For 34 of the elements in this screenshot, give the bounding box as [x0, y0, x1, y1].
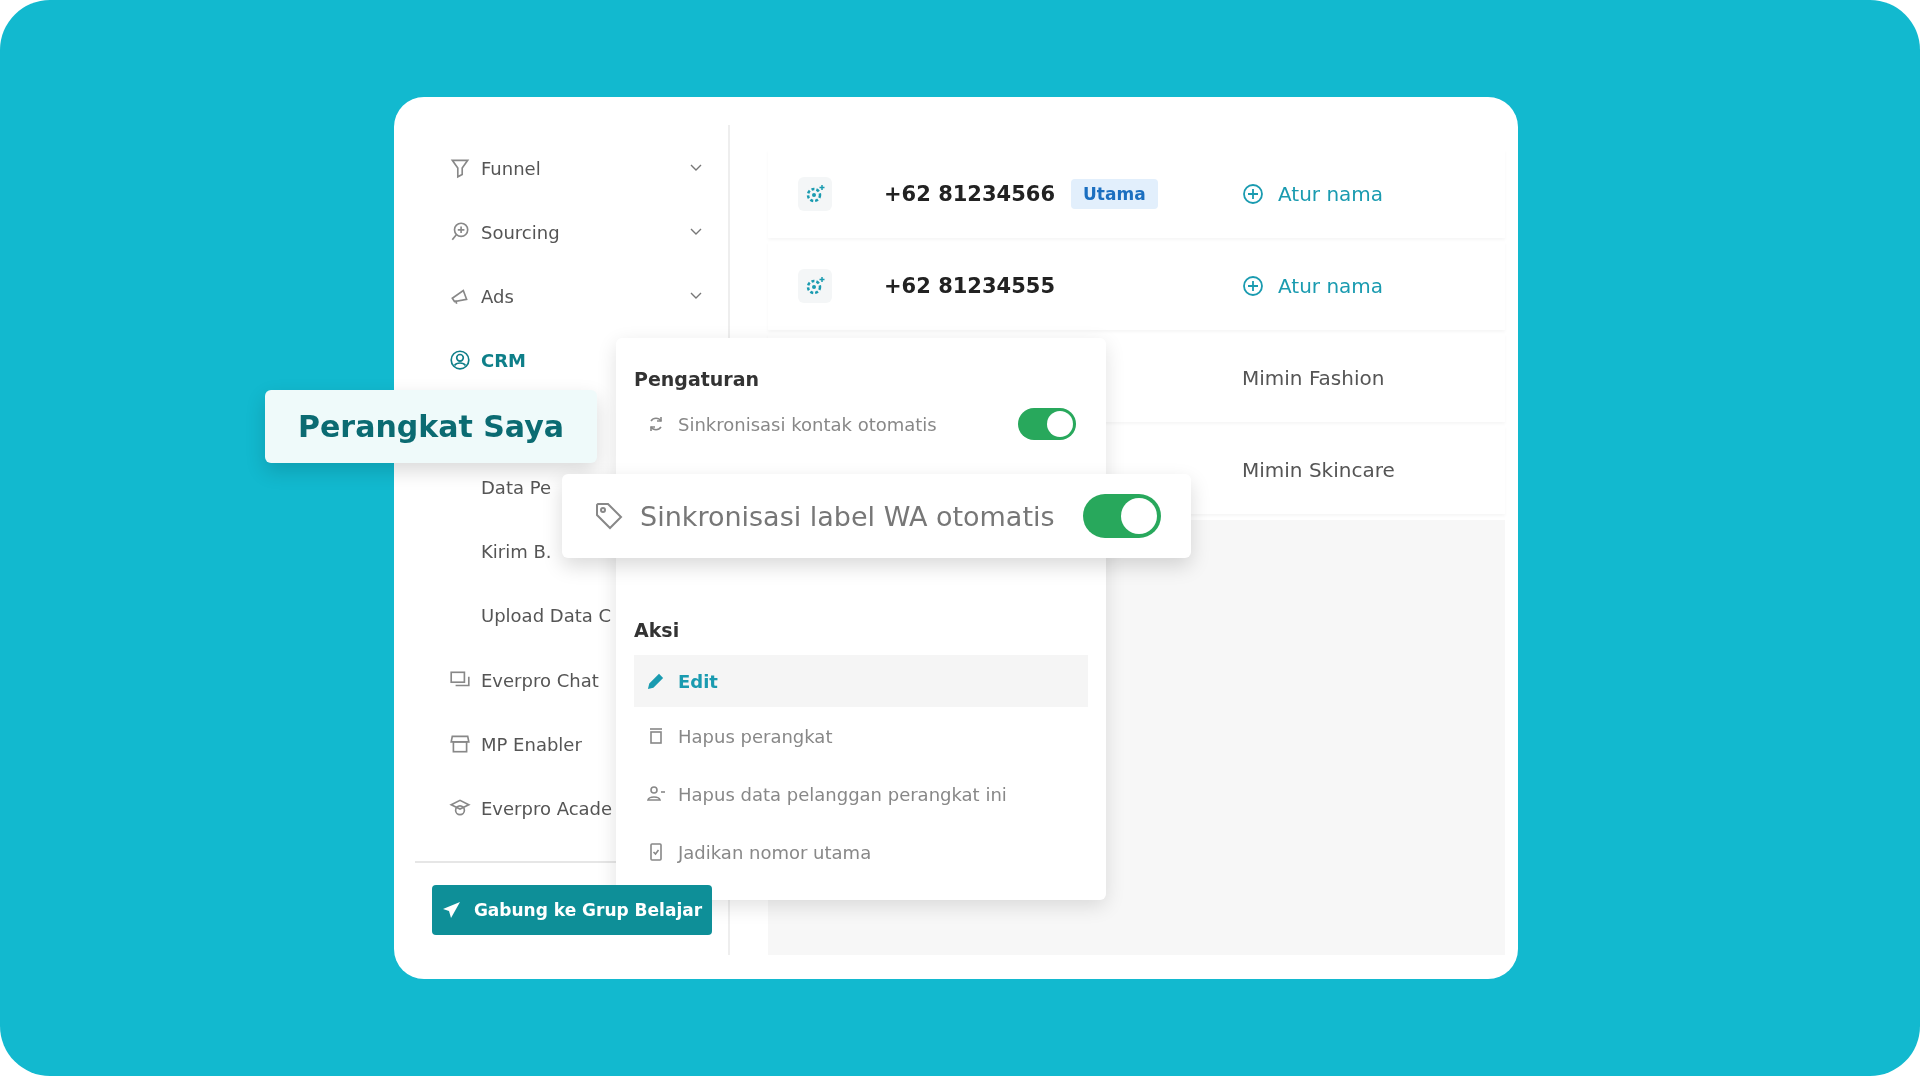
- sidebar-item[interactable]: Sourcing: [415, 200, 728, 264]
- plus-circle-icon: [1242, 183, 1264, 205]
- phone-number: +62 81234555: [884, 274, 1056, 298]
- plus-circle-icon: [1242, 275, 1264, 297]
- menu-item[interactable]: Hapus data pelanggan perangkat ini: [634, 765, 1088, 823]
- setting-label: Sinkronisasi kontak otomatis: [678, 413, 938, 435]
- person-icon: [449, 349, 471, 371]
- toggle-switch[interactable]: [1018, 408, 1076, 440]
- store-icon: [449, 733, 471, 755]
- search-icon: [449, 221, 471, 243]
- person-minus-icon: [646, 784, 666, 804]
- chevron-down-icon: [690, 228, 702, 236]
- menu-item[interactable]: Hapus perangkat: [634, 707, 1088, 765]
- primary-tag: Utama: [1071, 179, 1158, 209]
- section-title: Pengaturan: [634, 367, 761, 392]
- callout-label: Perangkat Saya: [265, 390, 597, 463]
- gear-icon: [798, 177, 832, 211]
- send-icon: [441, 900, 462, 920]
- pencil-icon: [646, 671, 666, 691]
- setting-label: Sinkronisasi label WA otomatis: [640, 500, 1056, 532]
- device-name: Mimin Fashion: [1242, 366, 1385, 390]
- phone-number: +62 81234566: [884, 182, 1056, 206]
- chevron-down-icon: [690, 164, 702, 172]
- funnel-icon: [449, 157, 471, 179]
- chevron-down-icon: [690, 292, 702, 300]
- device-name: Mimin Skincare: [1242, 458, 1395, 482]
- section-title: Aksi: [634, 618, 681, 643]
- toggle-switch[interactable]: [1083, 494, 1161, 538]
- join-group-button[interactable]: Gabung ke Grup Belajar: [432, 885, 712, 935]
- menu-item[interactable]: Jadikan nomor utama: [634, 823, 1088, 881]
- sidebar-item[interactable]: Funnel: [415, 136, 728, 200]
- gear-icon: [798, 269, 832, 303]
- sidebar-item[interactable]: Ads: [415, 264, 728, 328]
- tag-icon: [594, 501, 624, 531]
